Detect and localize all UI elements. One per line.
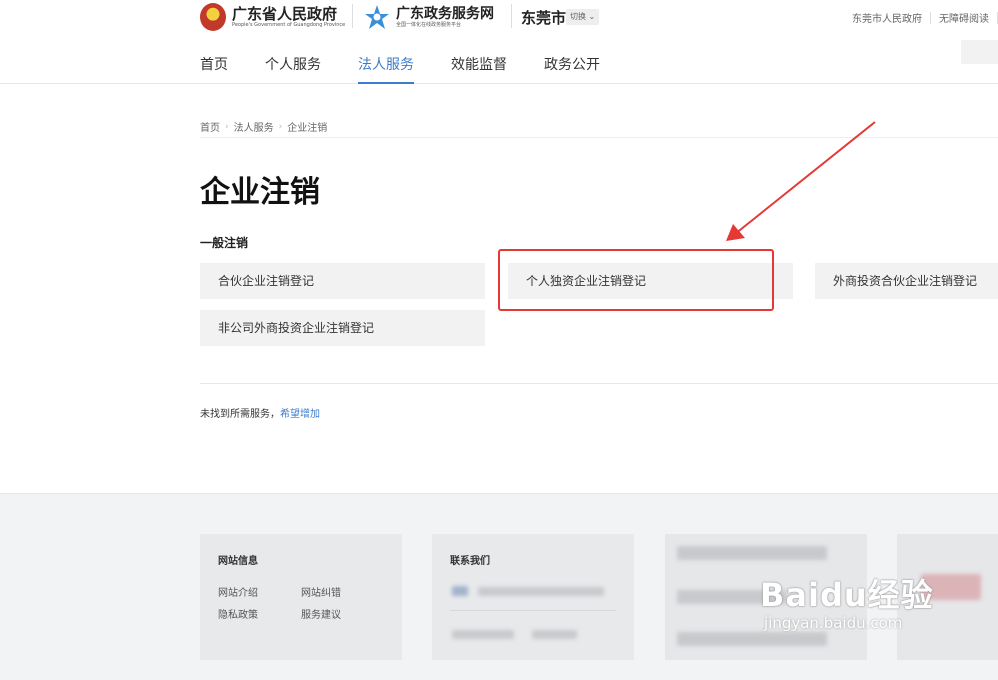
gov-subtitle: People's Government of Guangdong Provinc… [232, 21, 346, 28]
breadcrumb-home[interactable]: 首页 [200, 119, 220, 134]
gd-portal-logo[interactable]: 广东政务服务网 全国一体化在线政务服务平台 [364, 0, 494, 34]
nav-legal-person-service[interactable]: 法人服务 [358, 54, 414, 84]
contact-divider [450, 610, 616, 611]
watermark-main: Baidu经验 [760, 576, 934, 614]
blurred-line [677, 632, 827, 646]
breadcrumb-divider [200, 137, 998, 138]
city-switch-button[interactable]: 切换 ⌄ [566, 9, 600, 25]
service-partnership-deregistration[interactable]: 合伙企业注销登记 [200, 263, 485, 299]
not-found-prompt: 未找到所需服务，希望增加 [200, 405, 320, 420]
footer-contact: 联系我们 [432, 534, 634, 660]
national-emblem-icon [200, 3, 226, 31]
blurred-contact-icon [452, 586, 468, 596]
nav-efficiency-supervision[interactable]: 效能监督 [451, 54, 507, 84]
site-info-title: 网站信息 [218, 556, 258, 567]
blurred-contact-info [478, 587, 604, 596]
blurred-contact-phone [452, 630, 514, 639]
link-site-intro[interactable]: 网站介绍 [218, 584, 258, 599]
not-found-text: 未找到所需服务， [200, 409, 280, 420]
portal-title: 广东政务服务网 [396, 5, 494, 22]
section-title: 一般注销 [200, 236, 249, 250]
link-service-suggestion[interactable]: 服务建议 [301, 606, 341, 621]
chevron-down-icon: ⌄ [586, 12, 596, 21]
portal-subtitle: 全国一体化在线政务服务平台 [396, 21, 462, 28]
top-link-accessibility[interactable]: 无障碍阅读 [931, 10, 997, 25]
breadcrumb-current: 企业注销 [287, 123, 328, 134]
nav-home[interactable]: 首页 [200, 54, 228, 84]
city-divider [511, 4, 512, 28]
portal-star-icon [365, 5, 389, 29]
service-foreign-partnership-deregistration[interactable]: 外商投资合伙企业注销登记 [815, 263, 998, 299]
link-privacy-policy[interactable]: 隐私政策 [218, 606, 258, 621]
blurred-contact-email [532, 630, 577, 639]
city-name: 东莞市 [521, 9, 567, 27]
contact-title: 联系我们 [450, 556, 490, 567]
blurred-line [677, 546, 827, 560]
gd-government-logo[interactable]: 广东省人民政府 People's Government of Guangdong… [200, 0, 345, 34]
nav-government-affairs[interactable]: 政务公开 [544, 54, 600, 84]
request-service-link[interactable]: 希望增加 [280, 409, 320, 420]
content-divider [200, 383, 998, 384]
breadcrumb-legal-person[interactable]: 法人服务 [234, 119, 274, 134]
link-site-correction[interactable]: 网站纠错 [301, 584, 341, 599]
watermark-url: jingyan.baidu.com [764, 614, 903, 632]
baidu-jingyan-watermark: Baidu经验 jingyan.baidu.com [760, 570, 934, 632]
chevron-right-icon: › [225, 121, 229, 132]
breadcrumb: 首页 › 法人服务 › 企业注销 [200, 119, 328, 135]
chevron-right-icon: › [278, 121, 283, 132]
service-non-company-foreign-deregistration[interactable]: 非公司外商投资企业注销登记 [200, 310, 485, 346]
site-header: 广东省人民政府 People's Government of Guangdong… [0, 0, 998, 84]
logo-divider [352, 4, 353, 28]
nav-personal-service[interactable]: 个人服务 [265, 54, 321, 84]
top-link-city-gov[interactable]: 东莞市人民政府 [844, 10, 930, 25]
switch-label: 切换 [570, 12, 586, 21]
top-links: 东莞市人民政府 无障碍阅读 [844, 10, 998, 25]
annotation-highlight-box [498, 249, 774, 311]
search-box[interactable] [961, 40, 998, 64]
main-nav: 首页 个人服务 法人服务 效能监督 政务公开 [200, 54, 637, 84]
page-title: 企业注销 [200, 175, 320, 210]
footer-site-info: 网站信息 网站介绍 网站纠错 隐私政策 服务建议 [200, 534, 402, 660]
gov-title: 广东省人民政府 [232, 4, 338, 23]
